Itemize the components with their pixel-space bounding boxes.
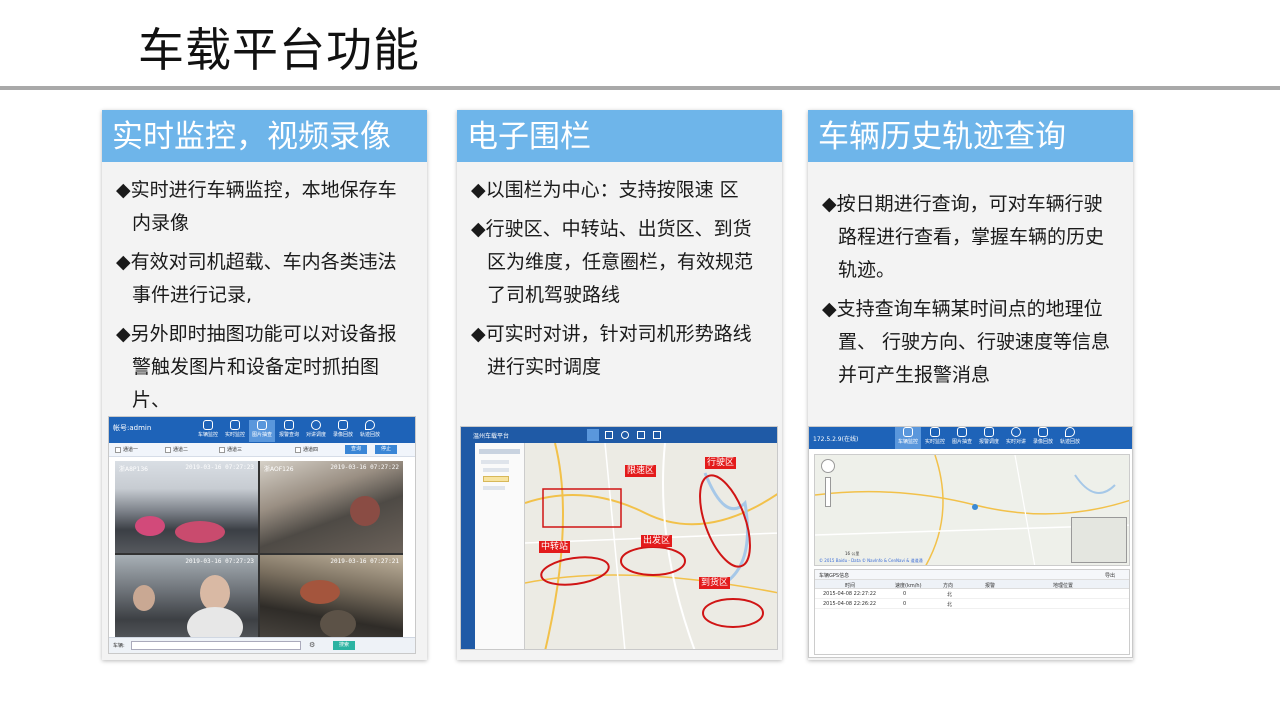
intercom-icon[interactable]: 对讲调度: [303, 420, 329, 442]
playback-icon[interactable]: 录像回放: [1030, 427, 1056, 449]
camera-feed[interactable]: 2019-03-16 07:27:21: [260, 555, 403, 647]
map-area[interactable]: 限速区 行驶区 中转站 出发区 到货区: [525, 443, 777, 649]
card-header: 车辆历史轨迹查询: [808, 110, 1133, 162]
realtime-monitor-icon[interactable]: 实时监控: [922, 427, 948, 449]
toolbar-icon[interactable]: [587, 429, 599, 441]
camera-feed[interactable]: 浙A8P136 2019-03-16 07:27:23: [115, 461, 258, 553]
side-nav: [461, 443, 475, 649]
realtime-monitor-icon[interactable]: 实时监控: [222, 420, 248, 442]
channel-checkbox[interactable]: [115, 447, 121, 453]
bullet: ◆行驶区、中转站、出货区、到货区为维度，任意圈栏，有效规范了司机驾驶路线: [471, 218, 754, 306]
account-label: 帐号:admin: [113, 424, 152, 432]
slide: 车载平台功能 实时监控，视频录像 ◆实时进行车辆监控，本地保存车内录像 ◆有效对…: [0, 0, 1280, 720]
alarm-query-icon[interactable]: 报警查询: [276, 420, 302, 442]
zone-label: 中转站: [539, 541, 571, 553]
gps-table: 车辆GPS信息 导出 时间 速度(km/h) 方向 报警 地理位置 2015-0…: [814, 569, 1130, 655]
app-toolbar: 帐号:admin 车辆监控 实时监控 图片抽查 报警查询 对讲调度 录像回放 轨…: [109, 417, 415, 443]
card-header: 电子围栏: [457, 110, 782, 162]
vehicle-tree: [475, 443, 525, 649]
map-credit: © 2015 Baidu - Data © NavInfo & CenNavi …: [819, 558, 923, 563]
search-button[interactable]: 搜索: [333, 641, 355, 650]
map-area[interactable]: 16 公里 © 2015 Baidu - Data © NavInfo & Ce…: [814, 454, 1130, 566]
bullet: ◆以围栏为中心：支持按限速 区: [471, 179, 739, 201]
screenshot-geofence-map: 温州车载平台 限速区 行驶区 中转站 出发区 到货区: [460, 426, 778, 650]
settings-icon[interactable]: ⚙: [309, 641, 315, 649]
card-geofence: 电子围栏 ◆以围栏为中心：支持按限速 区 ◆行驶区、中转站、出货区、到货区为维度…: [457, 110, 782, 660]
card-track-history: 车辆历史轨迹查询 ◆按日期进行查询，可对车辆行驶路程进行查看，掌握车辆的历史轨迹…: [808, 110, 1133, 660]
playback-icon[interactable]: 录像回放: [330, 420, 356, 442]
channel-checkbox[interactable]: [219, 447, 225, 453]
table-row[interactable]: 2015-04-08 22:27:22 0 北: [815, 589, 1129, 599]
card-header: 实时监控，视频录像: [102, 110, 427, 162]
screenshot-video-monitor: 帐号:admin 车辆监控 实时监控 图片抽查 报警查询 对讲调度 录像回放 轨…: [108, 416, 416, 654]
zone-label: 行驶区: [705, 457, 737, 469]
toolbar-icon[interactable]: [605, 431, 613, 439]
timestamp: 2019-03-16 07:27:22: [330, 464, 399, 471]
channel-bar: 通道一 通道二 通道三 通道四 查询 停止: [109, 443, 415, 457]
table-header: 时间 速度(km/h) 方向 报警 地理位置: [815, 580, 1129, 589]
app-name: 温州车载平台: [473, 433, 510, 440]
app-toolbar: 172.5.2.9(在线) 车辆监控 实时监控 图片抽查 报警调度 实时对讲 录…: [809, 427, 1132, 449]
toolbar-icon[interactable]: [653, 431, 661, 439]
zone-label: 限速区: [625, 465, 657, 477]
title-divider: [0, 86, 1280, 90]
stop-button[interactable]: 停止: [375, 445, 397, 454]
toolbar-icon[interactable]: [621, 431, 629, 439]
channel-label: 通道三: [227, 447, 243, 453]
intercom-icon[interactable]: 实时对讲: [1003, 427, 1029, 449]
map-scale: 16 公里: [845, 551, 860, 556]
table-row[interactable]: 2015-04-08 22:26:22 0 北: [815, 599, 1129, 609]
bullet: ◆另外即时抽图功能可以对设备报警触发图片和设备定时抓拍图片、: [116, 323, 397, 411]
timestamp: 2019-03-16 07:27:21: [330, 558, 399, 565]
track-icon[interactable]: 轨迹回放: [1057, 427, 1083, 449]
bullet: ◆按日期进行查询，可对车辆行驶路程进行查看，掌握车辆的历史轨迹。: [822, 193, 1105, 281]
image-check-icon[interactable]: 图片抽查: [949, 427, 975, 449]
channel-label: 通道四: [303, 447, 319, 453]
slide-title: 车载平台功能: [138, 23, 420, 77]
card-bullets: ◆按日期进行查询，可对车辆行驶路程进行查看，掌握车辆的历史轨迹。 ◆支持查询车辆…: [822, 188, 1121, 398]
overview-map[interactable]: [1071, 517, 1127, 563]
channel-label: 通道一: [123, 447, 139, 453]
image-check-icon[interactable]: 图片抽查: [249, 420, 275, 442]
card-bullets: ◆实时进行车辆监控，本地保存车内录像 ◆有效对司机超载、车内各类违法事件进行记录…: [116, 174, 415, 423]
search-bar: 车辆: ⚙ 搜索: [109, 637, 415, 653]
bullet: ◆可实时对讲，针对司机形势路线进行实时调度: [471, 323, 752, 378]
app-toolbar: 温州车载平台: [461, 427, 777, 443]
bullet: ◆有效对司机超载、车内各类违法事件进行记录,: [116, 251, 397, 306]
channel-checkbox[interactable]: [295, 447, 301, 453]
camera-feed[interactable]: 2019-03-16 07:27:23: [115, 555, 258, 647]
channel-checkbox[interactable]: [165, 447, 171, 453]
alarm-icon[interactable]: 报警调度: [976, 427, 1002, 449]
camera-grid: 浙A8P136 2019-03-16 07:27:23 浙AOF126 2019…: [115, 461, 403, 647]
camera-feed[interactable]: 浙AOF126 2019-03-16 07:27:22: [260, 461, 403, 553]
plate-label: 浙A8P136: [119, 466, 148, 473]
zone-label: 出发区: [641, 535, 673, 547]
zoom-slider[interactable]: [825, 477, 831, 507]
table-caption: 车辆GPS信息 导出: [815, 570, 1129, 580]
export-button[interactable]: 导出: [1105, 572, 1115, 579]
toolbar-icon[interactable]: [637, 431, 645, 439]
device-ip: 172.5.2.9(在线): [813, 436, 859, 443]
vehicle-monitor-icon[interactable]: 车辆监控: [895, 427, 921, 449]
bullet: ◆支持查询车辆某时间点的地理位置、 行驶方向、行驶速度等信息并可产生报警消息: [822, 298, 1111, 386]
zone-label: 到货区: [699, 577, 731, 589]
timestamp: 2019-03-16 07:27:23: [185, 464, 254, 471]
plate-label: 浙AOF126: [264, 466, 294, 473]
vehicle-input[interactable]: [131, 641, 301, 650]
card-bullets: ◆以围栏为中心：支持按限速 区 ◆行驶区、中转站、出货区、到货区为维度，任意圈栏…: [471, 174, 770, 390]
vehicle-monitor-icon[interactable]: 车辆监控: [195, 420, 221, 442]
channel-label: 通道二: [173, 447, 189, 453]
map-pan-control[interactable]: [821, 459, 835, 473]
screenshot-track-query: 172.5.2.9(在线) 车辆监控 实时监控 图片抽查 报警调度 实时对讲 录…: [808, 426, 1133, 658]
timestamp: 2019-03-16 07:27:23: [185, 558, 254, 565]
query-button[interactable]: 查询: [345, 445, 367, 454]
card-realtime-monitoring: 实时监控，视频录像 ◆实时进行车辆监控，本地保存车内录像 ◆有效对司机超载、车内…: [102, 110, 427, 660]
track-icon[interactable]: 轨迹回放: [357, 420, 383, 442]
bullet: ◆实时进行车辆监控，本地保存车内录像: [116, 179, 397, 234]
vehicle-label: 车辆:: [113, 643, 125, 649]
